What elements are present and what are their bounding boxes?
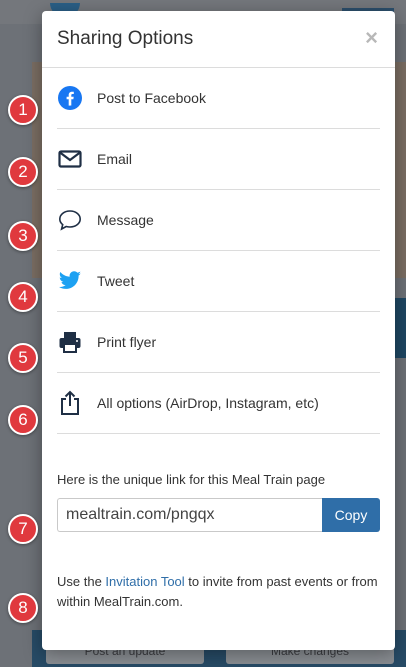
link-copy-row: Copy: [57, 498, 380, 532]
unique-link-intro: Here is the unique link for this Meal Tr…: [57, 472, 326, 487]
modal-header: Sharing Options ×: [42, 11, 395, 68]
unique-link-field[interactable]: [57, 498, 322, 532]
marker-7: 7: [8, 514, 38, 544]
share-email-option[interactable]: Email: [57, 129, 380, 190]
marker-8: 8: [8, 593, 38, 623]
unique-link-section: Here is the unique link for this Meal Tr…: [57, 472, 380, 612]
invitation-tool-link[interactable]: Invitation Tool: [105, 574, 184, 589]
print-flyer-option[interactable]: Print flyer: [57, 312, 380, 373]
envelope-icon: [57, 146, 83, 172]
share-facebook-option[interactable]: Post to Facebook: [57, 68, 380, 129]
marker-1: 1: [8, 95, 38, 125]
share-options-list: Post to Facebook Email Message Tweet Pri…: [57, 68, 380, 434]
share-option-label: Message: [97, 212, 154, 228]
all-options-option[interactable]: All options (AirDrop, Instagram, etc): [57, 373, 380, 434]
marker-4: 4: [8, 282, 38, 312]
share-message-option[interactable]: Message: [57, 190, 380, 251]
modal-title: Sharing Options: [57, 28, 194, 49]
marker-2: 2: [8, 157, 38, 187]
invitation-note-prefix: Use the: [57, 574, 106, 589]
share-option-label: All options (AirDrop, Instagram, etc): [97, 395, 319, 411]
share-option-label: Post to Facebook: [97, 90, 206, 106]
share-option-label: Email: [97, 151, 133, 167]
twitter-bird-icon: [57, 268, 83, 294]
close-icon[interactable]: ×: [365, 25, 378, 51]
invitation-note: Use the Invitation Tool to invite from p…: [57, 572, 380, 612]
marker-5: 5: [8, 343, 38, 373]
copy-button[interactable]: Copy: [322, 498, 380, 532]
sharing-options-modal: Sharing Options × Post to Facebook Email: [42, 11, 395, 650]
facebook-icon: [57, 85, 83, 111]
share-upload-icon: [57, 390, 83, 416]
printer-icon: [57, 329, 83, 355]
share-option-label: Print flyer: [97, 334, 157, 350]
share-tweet-option[interactable]: Tweet: [57, 251, 380, 312]
marker-6: 6: [8, 405, 38, 435]
chat-bubble-icon: [57, 207, 83, 233]
share-option-label: Tweet: [97, 273, 135, 289]
marker-3: 3: [8, 221, 38, 251]
